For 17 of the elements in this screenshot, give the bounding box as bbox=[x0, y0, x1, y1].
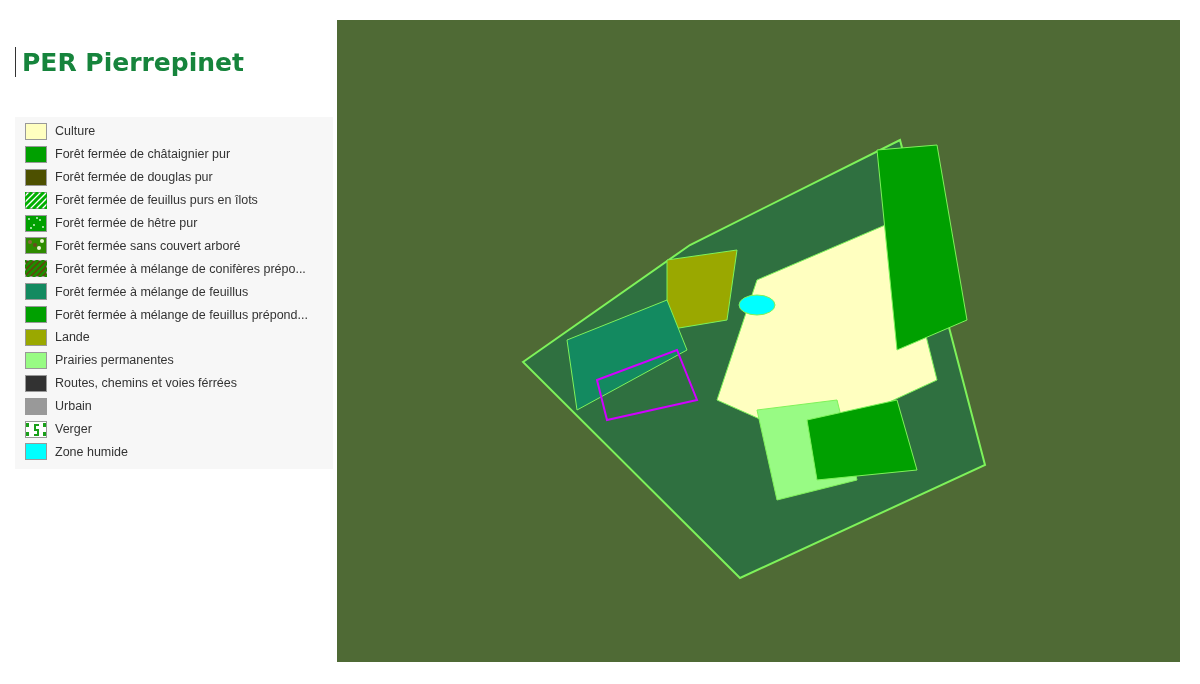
legend-label: Urbain bbox=[55, 399, 92, 414]
legend-label: Forêt fermée de feuillus purs en îlots bbox=[55, 193, 258, 208]
legend-label: Verger bbox=[55, 422, 92, 436]
legend-label: Forêt fermée à mélange de feuillus prépond... bbox=[55, 307, 308, 322]
legend-label: Forêt fermée à mélange de conifères prépo... bbox=[55, 261, 306, 276]
text-cursor bbox=[15, 47, 16, 77]
legend-label: Forêt fermée de hêtre pur bbox=[55, 216, 198, 230]
legend-label: Forêt fermée sans couvert arboré bbox=[55, 238, 241, 253]
legend-label: Lande bbox=[55, 330, 90, 345]
legend-label: Zone humide bbox=[55, 444, 128, 459]
legend-label: Forêt fermée de douglas pur bbox=[55, 170, 213, 185]
page-title: PER Pierrepinet bbox=[22, 47, 244, 77]
legend-label: Forêt fermée à mélange de feuillus bbox=[55, 284, 249, 299]
legend-label: Culture bbox=[55, 124, 96, 139]
legend-label: Routes, chemins et voies férrées bbox=[55, 376, 238, 391]
legend-label: Prairies permanentes bbox=[55, 353, 174, 368]
legend-label: Forêt fermée de châtaignier pur bbox=[55, 147, 231, 162]
